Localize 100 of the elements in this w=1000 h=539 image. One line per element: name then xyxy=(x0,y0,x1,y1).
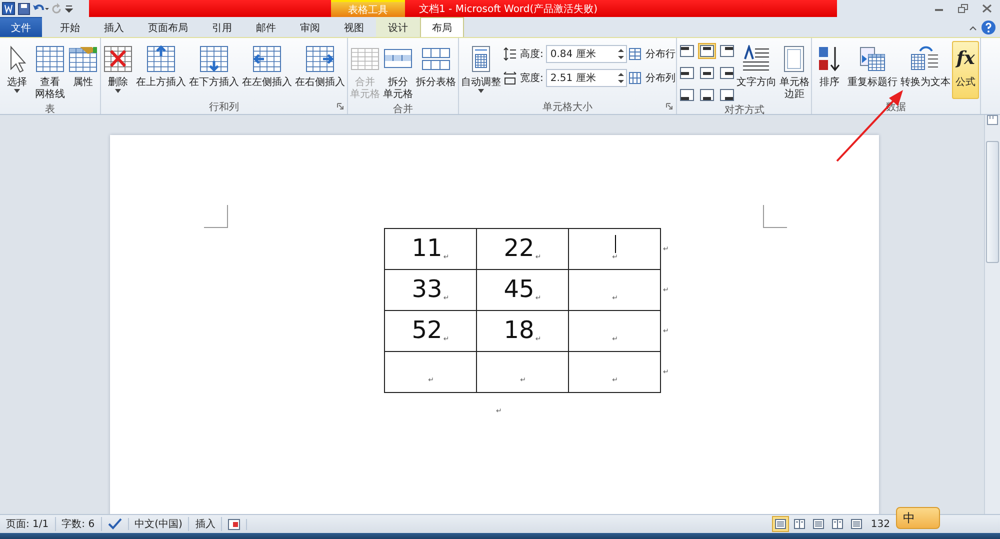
align-button[interactable] xyxy=(718,87,736,103)
context-tab-header: 表格工具 xyxy=(331,0,405,17)
align-button[interactable] xyxy=(698,87,716,103)
spinner-icon xyxy=(618,48,624,60)
ribbon-tab[interactable]: 插入 xyxy=(92,17,136,37)
ribbon-button[interactable]: 在下方插入 xyxy=(188,41,240,99)
ribbon-button[interactable]: 选择 xyxy=(1,41,33,99)
ruler-toggle-icon[interactable] xyxy=(987,115,998,125)
align-icon xyxy=(700,89,714,101)
status-text[interactable]: 字数: 6 xyxy=(56,517,102,531)
align-icon xyxy=(700,67,714,79)
convert-text-icon xyxy=(910,45,940,73)
restore-icon[interactable] xyxy=(958,4,968,13)
ribbon-button[interactable]: 自动调整 xyxy=(460,41,502,99)
ime-toolbar[interactable]: 中 xyxy=(896,507,940,529)
margin-corner-mark xyxy=(763,205,787,228)
status-text[interactable]: 中文(中国) xyxy=(128,517,190,531)
insert-column-right-icon xyxy=(305,45,335,73)
spin-field[interactable]: 2.51 厘米 xyxy=(546,69,628,87)
ribbon-button[interactable]: 拆分 单元格 xyxy=(382,41,414,102)
ribbon-button[interactable]: 重复标题行 xyxy=(846,41,898,99)
insert-row-above-icon xyxy=(146,45,176,73)
ribbon-tab[interactable]: 视图 xyxy=(332,17,376,37)
macro-icon[interactable] xyxy=(228,518,240,530)
table-delete-icon xyxy=(103,45,133,73)
ribbon-small-button[interactable]: 分布行 xyxy=(628,45,676,63)
ribbon-button[interactable]: 排序 xyxy=(813,41,846,99)
cell-number: 52 xyxy=(412,317,442,343)
cell-number: 33 xyxy=(412,276,442,302)
ribbon-button[interactable]: 转换为文本 xyxy=(899,41,952,99)
insert-column-left-icon xyxy=(252,45,282,73)
align-icon xyxy=(720,67,734,79)
ribbon-tab[interactable]: 引用 xyxy=(200,17,244,37)
split-table-icon xyxy=(421,45,451,73)
ribbon-button[interactable]: 查看 网格线 xyxy=(34,41,66,102)
cell-number: 45 xyxy=(504,276,534,302)
word-logo-icon[interactable] xyxy=(2,2,15,15)
dialog-launcher-icon[interactable] xyxy=(666,103,674,110)
ribbon-button[interactable]: 在右侧插入 xyxy=(294,41,346,99)
align-button[interactable] xyxy=(718,43,736,59)
close-icon[interactable] xyxy=(982,4,992,13)
view-button[interactable] xyxy=(772,516,789,532)
ribbon-button[interactable]: 属性 xyxy=(67,41,99,99)
ribbon-tab[interactable]: 邮件 xyxy=(244,17,288,37)
ribbon-button[interactable]: 文字方向 xyxy=(735,41,778,99)
distribute-columns-icon xyxy=(628,71,642,85)
ribbon-button[interactable]: fx 公式 xyxy=(952,41,979,99)
view-icon xyxy=(850,519,862,529)
text-direction-icon xyxy=(741,45,772,73)
ribbon-button[interactable]: 拆分表格 xyxy=(415,41,457,99)
cell-number: 22 xyxy=(504,235,534,261)
status-text[interactable]: 页面: 1/1 xyxy=(0,517,56,531)
field-label: 高度: xyxy=(520,48,544,61)
row-height-icon xyxy=(503,47,517,61)
align-button[interactable] xyxy=(678,65,696,81)
spin-field[interactable]: 0.84 厘米 xyxy=(546,45,628,63)
ribbon-tab[interactable]: 设计 xyxy=(376,17,420,37)
ribbon-tab[interactable]: 布局 xyxy=(420,17,464,37)
ribbon-tab[interactable]: 开始 xyxy=(48,17,92,37)
group-label: 对齐方式 xyxy=(723,104,766,117)
ribbon-small-button[interactable]: 分布列 xyxy=(628,69,676,87)
margin-corner-mark xyxy=(204,205,228,228)
view-icon xyxy=(774,519,786,529)
ribbon-button[interactable]: 在左侧插入 xyxy=(241,41,293,99)
align-icon xyxy=(680,67,694,79)
collapse-ribbon-icon[interactable] xyxy=(969,24,977,30)
group-label: 行和列 xyxy=(208,100,240,114)
align-icon xyxy=(720,45,734,57)
align-button[interactable] xyxy=(718,65,736,81)
align-button[interactable] xyxy=(698,43,716,59)
ribbon-tab[interactable]: 页面布局 xyxy=(136,17,200,37)
ribbon-button[interactable]: 单元格 边距 xyxy=(778,41,810,102)
repeat-header-icon xyxy=(857,45,888,73)
align-button[interactable] xyxy=(678,87,696,103)
proofing-icon[interactable] xyxy=(108,518,122,530)
ribbon-tab[interactable]: 文件 xyxy=(0,17,42,37)
help-icon[interactable] xyxy=(981,20,996,35)
group-label: 表 xyxy=(44,102,56,116)
group-label: 合并 xyxy=(392,102,414,116)
ribbon-button[interactable]: 删除 xyxy=(102,41,134,99)
align-button[interactable] xyxy=(698,65,716,81)
align-icon xyxy=(680,45,694,57)
table-hand-icon xyxy=(68,45,98,73)
group-label: 单元格大小 xyxy=(542,100,594,114)
ribbon-button[interactable]: 在上方插入 xyxy=(135,41,187,99)
customize-toolbar-icon[interactable] xyxy=(65,4,73,14)
distribute-rows-icon xyxy=(628,47,642,61)
view-icon xyxy=(832,519,843,529)
dialog-launcher-icon[interactable] xyxy=(337,103,344,110)
formula-icon: fx xyxy=(953,47,978,71)
save-icon[interactable] xyxy=(18,2,30,14)
align-button[interactable] xyxy=(678,43,696,59)
status-text[interactable]: 插入 xyxy=(189,517,222,531)
window-title: 文档1 - Microsoft Word(产品激活失败) xyxy=(418,2,598,16)
scrollbar-thumb[interactable] xyxy=(986,141,999,263)
merge-cells-icon xyxy=(350,45,380,73)
ribbon-tab[interactable]: 审阅 xyxy=(288,17,332,37)
field-label: 宽度: xyxy=(520,72,544,85)
column-width-icon xyxy=(503,71,517,85)
align-icon xyxy=(680,89,694,101)
